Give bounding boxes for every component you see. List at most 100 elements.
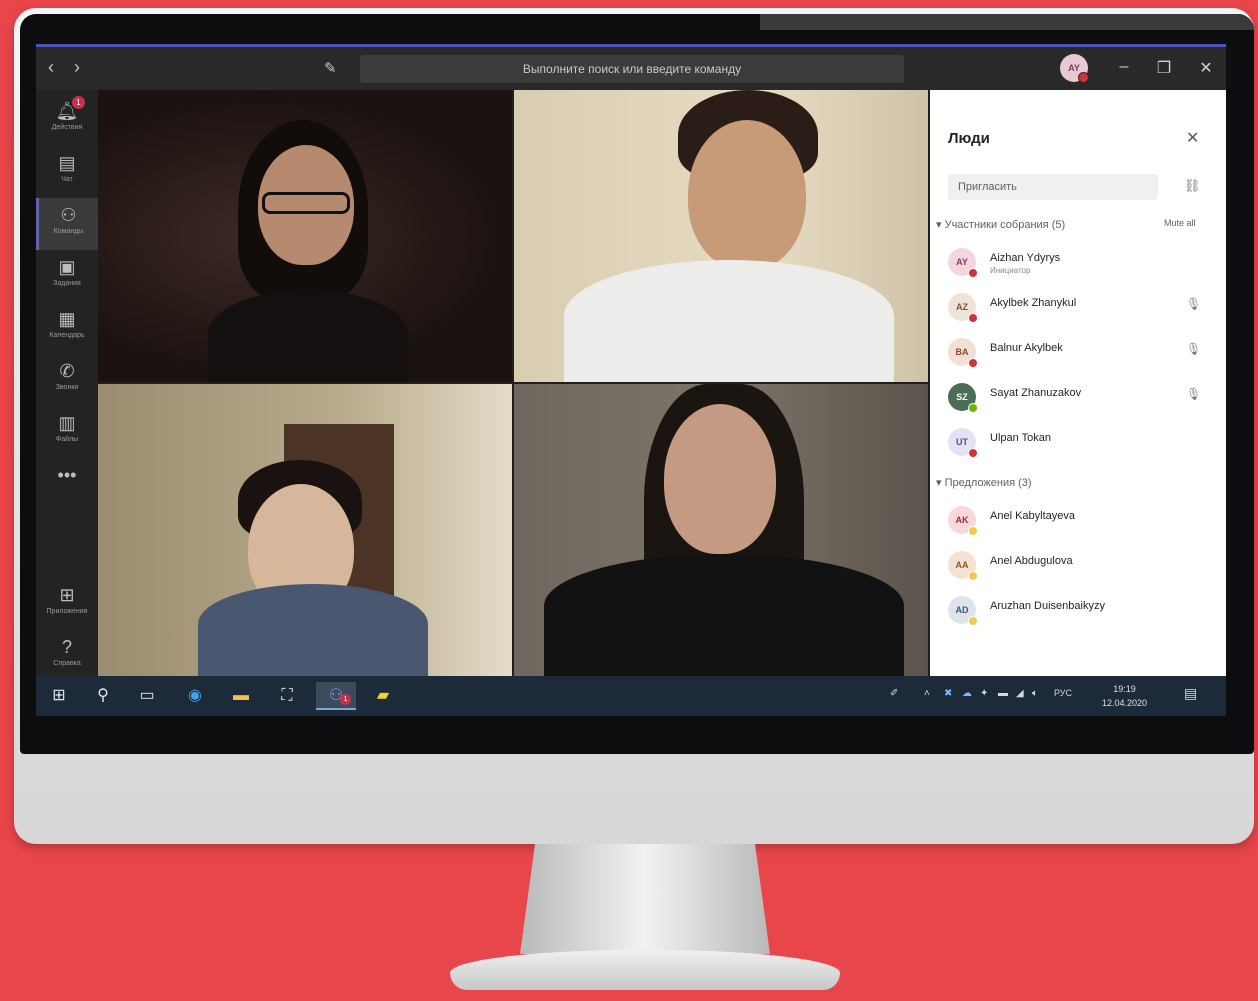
rail-label: Звонки — [55, 384, 79, 391]
rail-apps[interactable]: ⊞ Приложения — [36, 578, 98, 630]
mic-off-icon[interactable]: 🎙︎ — [1186, 342, 1201, 356]
participant-name: Balnur Akylbek — [990, 342, 1063, 354]
teams-taskbar-icon[interactable]: ⚇ 1 — [316, 682, 356, 710]
participant-row[interactable]: BA Balnur Akylbek 🎙︎ — [948, 334, 1218, 370]
participant-row[interactable]: AA Anel Abdugulova — [948, 547, 1218, 583]
participant-role: Инициатор — [990, 266, 1031, 275]
rail-files[interactable]: ▥ Файлы — [36, 406, 98, 458]
compose-icon[interactable]: ✎ — [324, 59, 337, 77]
rail-assignments[interactable]: ▣ Задания — [36, 250, 98, 302]
edge-browser-icon[interactable]: ◉ — [180, 682, 210, 710]
presence-status-icon — [968, 616, 978, 626]
search-input[interactable]: Выполните поиск или введите команду — [360, 55, 904, 83]
task-view-icon[interactable]: ▭ — [132, 682, 162, 710]
participant-name: Sayat Zhanuzakov — [990, 387, 1082, 399]
dropbox-icon[interactable]: ✦ — [980, 688, 988, 699]
chevron-down-icon: ▾ — [936, 477, 945, 489]
video-tile[interactable] — [98, 90, 512, 382]
language-indicator[interactable]: РУС — [1054, 688, 1072, 698]
chat-icon: ▤ — [58, 153, 76, 173]
rail-chat[interactable]: ▤ Чат — [36, 146, 98, 198]
calendar-icon: ▦ — [58, 309, 76, 329]
participant-row[interactable]: SZ Sayat Zhanuzakov 🎙︎ — [948, 379, 1218, 415]
participants-section-header[interactable]: ▾ Участники собрания (5) — [936, 218, 1065, 231]
pen-icon[interactable]: ✐ — [890, 688, 898, 699]
file-explorer-icon[interactable]: ▬ — [226, 682, 256, 710]
rail-label: Календарь — [49, 332, 85, 339]
participant-name: Ulpan Tokan — [990, 432, 1051, 444]
presence-status-icon — [968, 403, 978, 413]
rail-activity[interactable]: 🔔︎ 1 Действия — [36, 94, 98, 146]
rail-label: Приложения — [46, 608, 88, 615]
close-window-icon[interactable]: ✕ — [1194, 58, 1218, 78]
participant-name: Anel Kabyltayeva — [990, 510, 1075, 522]
glasses — [262, 192, 350, 214]
user-avatar[interactable]: AY — [1060, 54, 1089, 83]
teams-window: ‹ › ✎ Выполните поиск или введите команд… — [36, 44, 1226, 716]
presence-status-icon — [968, 571, 978, 581]
app-tray-icon[interactable]: ✖ — [944, 688, 952, 699]
bezel-highlight — [760, 14, 1254, 30]
teams-taskbar-badge: 1 — [340, 694, 351, 705]
mic-off-icon[interactable]: 🎙︎ — [1186, 387, 1201, 401]
participant-row[interactable]: AZ Akylbek Zhanykul 🎙︎ — [948, 289, 1218, 325]
link-icon[interactable]: ⛓ — [1184, 178, 1201, 194]
participant-name: Aizhan Ydyrys — [990, 252, 1061, 264]
mute-all-button[interactable]: Mute all — [1164, 218, 1196, 228]
rail-label: Справка — [53, 660, 81, 667]
mic-off-icon[interactable]: 🎙︎ — [1186, 297, 1201, 311]
participant-row[interactable]: AK Anel Kabyltayeva — [948, 502, 1218, 538]
invite-input[interactable]: Пригласить — [948, 174, 1158, 200]
rail-more[interactable]: ••• — [36, 458, 98, 510]
more-icon: ••• — [57, 465, 77, 485]
files-icon: ▥ — [58, 413, 76, 433]
rail-calls[interactable]: ✆ Звонки — [36, 354, 98, 406]
close-icon[interactable]: ✕ — [1186, 128, 1199, 148]
rail-label: Задания — [53, 280, 81, 287]
participant-body — [208, 290, 408, 382]
search-icon[interactable]: ⚲ — [88, 682, 118, 710]
rail-calendar[interactable]: ▦ Календарь — [36, 302, 98, 354]
app-icon[interactable]: ▰ — [368, 682, 398, 710]
video-tile[interactable] — [514, 90, 928, 382]
phone-icon: ✆ — [59, 361, 75, 381]
participant-body — [564, 260, 894, 382]
rail-label: Команды — [53, 228, 84, 235]
minimize-icon[interactable]: – — [1112, 58, 1136, 76]
participant-row[interactable]: AD Aruzhan Duisenbaikyzy — [948, 592, 1218, 628]
presence-busy-icon — [1078, 72, 1089, 83]
notifications-icon[interactable]: ▤ — [1184, 685, 1197, 702]
bell-icon: 🔔︎ — [55, 101, 79, 121]
participant-row[interactable]: AY Aizhan Ydyrys Инициатор — [948, 244, 1218, 280]
participant-row[interactable]: UT Ulpan Tokan — [948, 424, 1218, 460]
rail-label: Чат — [61, 176, 73, 183]
app-rail: 🔔︎ 1 Действия ▤ Чат ⚇ Команды ▣ Задания … — [36, 90, 98, 676]
rail-teams[interactable]: ⚇ Команды — [36, 198, 98, 250]
volume-icon[interactable]: 🔈︎ — [1032, 688, 1038, 699]
monitor-stand-neck — [520, 844, 770, 954]
rail-label: Действия — [51, 124, 83, 131]
participant-face — [688, 120, 806, 270]
apps-icon: ⊞ — [59, 585, 75, 605]
maximize-icon[interactable]: ❐ — [1152, 58, 1176, 78]
onedrive-icon[interactable]: ☁ — [962, 688, 972, 699]
monitor-stand-base — [450, 950, 840, 990]
store-icon[interactable]: ⛶ — [272, 682, 302, 710]
chevron-down-icon: ▾ — [936, 219, 945, 231]
battery-icon[interactable]: ▬ — [998, 688, 1008, 699]
presence-status-icon — [968, 313, 978, 323]
windows-start-icon[interactable]: ⊞ — [44, 682, 74, 710]
forward-arrow-icon[interactable]: › — [74, 57, 80, 78]
suggestions-section-header[interactable]: ▾ Предложения (3) — [936, 476, 1032, 489]
rail-help[interactable]: ? Справка — [36, 630, 98, 682]
wifi-icon[interactable]: ◢ — [1016, 688, 1024, 699]
help-icon: ? — [61, 637, 72, 657]
section-title: Участники собрания (5) — [944, 219, 1066, 231]
windows-taskbar: ⊞ ⚲ ▭ ◉ ▬ ⛶ ⚇ 1 ▰ ✐ ˄ ✖ ☁ ✦ ▬ ◢ 🔈︎ РУС 19… — [36, 676, 1226, 716]
video-tile[interactable] — [514, 384, 928, 676]
chevron-up-icon[interactable]: ˄ — [924, 688, 930, 699]
system-clock[interactable]: 19:19 12.04.2020 — [1102, 682, 1147, 710]
presence-status-icon — [968, 526, 978, 536]
video-tile[interactable] — [98, 384, 512, 676]
back-arrow-icon[interactable]: ‹ — [48, 57, 54, 78]
